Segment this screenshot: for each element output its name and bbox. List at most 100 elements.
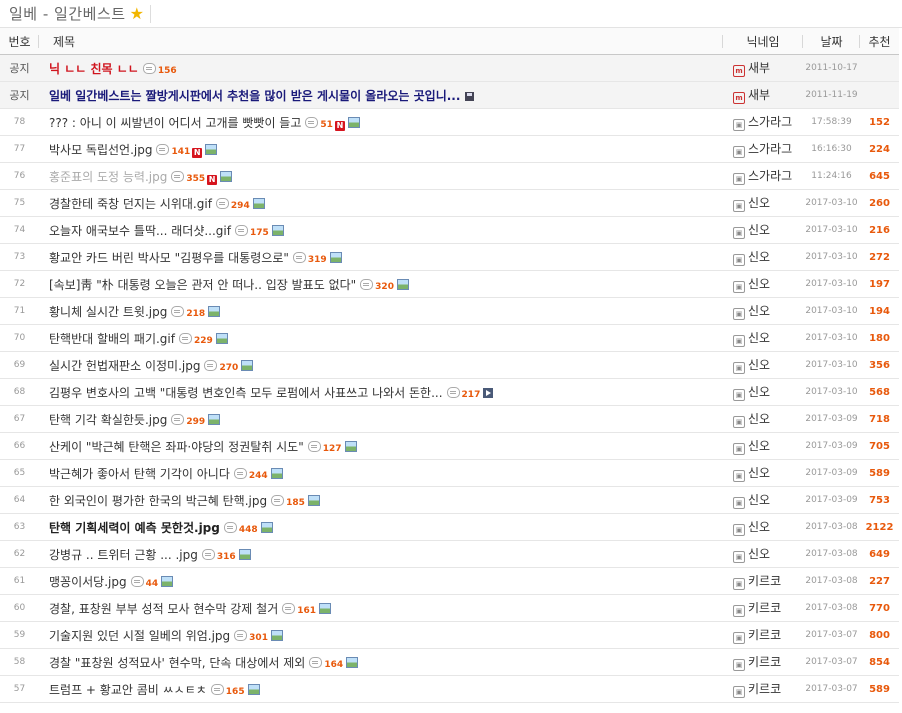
table-row[interactable]: 73 황교안 카드 버린 박사모 "김평우를 대통령으로" 319 ▣ 신오 2017-0… xyxy=(0,243,899,271)
author-nickname[interactable]: 신오 xyxy=(748,223,770,237)
table-row[interactable]: 68 김평우 변호사의 고백 "대통령 변호인측 모두 로펌에서 사표쓰고 나와서… xyxy=(0,378,899,406)
comment-count[interactable]: 164 xyxy=(324,660,343,670)
board-title[interactable]: 일베 - 일간베스트 xyxy=(9,3,126,24)
table-row[interactable]: 58 경찰 "표창원 성적묘사' 현수막, 단속 대상에서 제외 164 ▣ 키르코 20… xyxy=(0,648,899,676)
author-nickname[interactable]: 신오 xyxy=(748,520,770,534)
author-nickname[interactable]: 신오 xyxy=(748,385,770,399)
author-nickname[interactable]: 신오 xyxy=(748,358,770,372)
author-nickname[interactable]: 신오 xyxy=(748,547,770,561)
table-row[interactable]: 60 경찰, 표창원 부부 성적 모사 현수막 강제 철거 161 ▣ 키르코 2017-… xyxy=(0,594,899,622)
comment-count[interactable]: 270 xyxy=(219,363,238,373)
table-row[interactable]: 78 ??? : 아니 이 씨발년이 어디서 고개를 빳빳이 들고 51 N ▣ 스가라그… xyxy=(0,108,899,136)
post-title-link[interactable]: 탄핵반대 할배의 패기.gif xyxy=(49,332,175,346)
comment-count[interactable]: 161 xyxy=(297,606,316,616)
comment-count[interactable]: 301 xyxy=(249,633,268,643)
author-nickname[interactable]: 신오 xyxy=(748,250,770,264)
post-title-link[interactable]: 탄핵 기각 확실한듯.jpg xyxy=(49,413,167,427)
post-title-link[interactable]: 경찰 "표창원 성적묘사' 현수막, 단속 대상에서 제외 xyxy=(49,656,305,670)
post-title-link[interactable]: 실시간 헌법재판소 이정미.jpg xyxy=(49,359,200,373)
post-title-link[interactable]: 오늘자 애국보수 틀딱... 래더샷...gif xyxy=(49,224,231,238)
post-title-link[interactable]: 경찰한테 죽창 던지는 시위대.gif xyxy=(49,197,212,211)
comment-count[interactable]: 299 xyxy=(186,417,205,427)
post-title-link[interactable]: 일베 일간베스트는 짤방게시판에서 추천을 많이 받은 게시물이 올라오는 곳입… xyxy=(49,89,460,103)
comment-count[interactable]: 320 xyxy=(375,282,394,292)
author-nickname[interactable]: 스가라그 xyxy=(748,115,792,129)
post-title-link[interactable]: 경찰, 표창원 부부 성적 모사 현수막 강제 철거 xyxy=(49,602,278,616)
comment-count[interactable]: 44 xyxy=(146,579,159,589)
table-row[interactable]: 59 기술지원 있던 시절 일베의 위엄.jpg 301 ▣ 키르코 2017-03-07… xyxy=(0,621,899,649)
comment-count[interactable]: 175 xyxy=(250,228,269,238)
author-nickname[interactable]: 신오 xyxy=(748,466,770,480)
table-row[interactable]: 70 탄핵반대 할배의 패기.gif 229 ▣ 신오 2017-03-10 180 xyxy=(0,324,899,352)
author-nickname[interactable]: 키르코 xyxy=(748,655,781,669)
post-title-link[interactable]: 홍준표의 도정 능력.jpg xyxy=(49,170,167,184)
table-row[interactable]: 공지 닉 ㄴㄴ 친목 ㄴㄴ 156 m 새부 2011-10-17 xyxy=(0,54,899,82)
post-title-link[interactable]: 산케이 "박근혜 탄핵은 좌파·야당의 정권탈취 시도" xyxy=(49,440,304,454)
author-nickname[interactable]: 신오 xyxy=(748,196,770,210)
comment-count[interactable]: 156 xyxy=(158,66,177,76)
author-nickname[interactable]: 스가라그 xyxy=(748,142,792,156)
post-title-link[interactable]: ??? : 아니 이 씨발년이 어디서 고개를 빳빳이 들고 xyxy=(49,116,301,130)
post-number: 75 xyxy=(0,189,39,217)
image-icon xyxy=(161,575,174,587)
table-row[interactable]: 64 한 외국인이 평가한 한국의 박근혜 탄핵.jpg 185 ▣ 신오 2017-03… xyxy=(0,486,899,514)
comment-count[interactable]: 244 xyxy=(249,471,268,481)
post-title-link[interactable]: 박근혜가 좋아서 탄핵 기각이 아니다 xyxy=(49,467,230,481)
author-nickname[interactable]: 키르코 xyxy=(748,682,781,696)
comment-count[interactable]: 294 xyxy=(231,201,250,211)
comment-count[interactable]: 448 xyxy=(239,525,258,535)
post-title-link[interactable]: 닉 ㄴㄴ 친목 ㄴㄴ xyxy=(49,62,139,76)
comment-count[interactable]: 51 xyxy=(320,120,333,130)
comment-count[interactable]: 217 xyxy=(462,390,481,400)
post-title-link[interactable]: 기술지원 있던 시절 일베의 위엄.jpg xyxy=(49,629,230,643)
author-nickname[interactable]: 키르코 xyxy=(748,628,781,642)
post-title-link[interactable]: 강병규 .. 트위터 근황 ... .jpg xyxy=(49,548,198,562)
author-nickname[interactable]: 신오 xyxy=(748,412,770,426)
table-row[interactable]: 66 산케이 "박근혜 탄핵은 좌파·야당의 정권탈취 시도" 127 ▣ 신오 2017… xyxy=(0,432,899,460)
recommend-count: 589 xyxy=(860,675,899,703)
comment-count[interactable]: 355 xyxy=(186,174,205,184)
comment-count[interactable]: 141 xyxy=(171,147,190,157)
post-title-link[interactable]: 트럼프 + 황교안 콤비 ㅆㅅㅌㅊ xyxy=(49,683,207,697)
comment-count[interactable]: 127 xyxy=(323,444,342,454)
comment-count[interactable]: 218 xyxy=(186,309,205,319)
author-nickname[interactable]: 신오 xyxy=(748,304,770,318)
table-row[interactable]: 57 트럼프 + 황교안 콤비 ㅆㅅㅌㅊ 165 ▣ 키르코 2017-03-07 589 xyxy=(0,675,899,703)
author-nickname[interactable]: 스가라그 xyxy=(748,169,792,183)
post-title-link[interactable]: 김평우 변호사의 고백 "대통령 변호인측 모두 로펌에서 사표쓰고 나와서 돈… xyxy=(49,386,443,400)
table-row[interactable]: 77 박사모 독립선언.jpg 141 N ▣ 스가라그 16:16:30 224 xyxy=(0,135,899,163)
table-row[interactable]: 74 오늘자 애국보수 틀딱... 래더샷...gif 175 ▣ 신오 2017-03-… xyxy=(0,216,899,244)
table-row[interactable]: 61 맹꽁이서당.jpg 44 ▣ 키르코 2017-03-08 227 xyxy=(0,567,899,595)
post-title-link[interactable]: 박사모 독립선언.jpg xyxy=(49,143,152,157)
post-title-link[interactable]: 한 외국인이 평가한 한국의 박근혜 탄핵.jpg xyxy=(49,494,267,508)
post-title-link[interactable]: 황니체 실시간 트윗.jpg xyxy=(49,305,167,319)
author-nickname[interactable]: 신오 xyxy=(748,277,770,291)
comment-count[interactable]: 165 xyxy=(226,687,245,697)
author-nickname[interactable]: 신오 xyxy=(748,439,770,453)
comment-count[interactable]: 185 xyxy=(286,498,305,508)
post-title-link[interactable]: 황교안 카드 버린 박사모 "김평우를 대통령으로" xyxy=(49,251,289,265)
comment-count[interactable]: 319 xyxy=(308,255,327,265)
table-row[interactable]: 71 황니체 실시간 트윗.jpg 218 ▣ 신오 2017-03-10 194 xyxy=(0,297,899,325)
author-nickname[interactable]: 새부 xyxy=(748,61,770,75)
table-row[interactable]: 69 실시간 헌법재판소 이정미.jpg 270 ▣ 신오 2017-03-10 356 xyxy=(0,351,899,379)
table-row[interactable]: 67 탄핵 기각 확실한듯.jpg 299 ▣ 신오 2017-03-09 718 xyxy=(0,405,899,433)
author-nickname[interactable]: 키르코 xyxy=(748,574,781,588)
table-row[interactable]: 75 경찰한테 죽창 던지는 시위대.gif 294 ▣ 신오 2017-03-10 260 xyxy=(0,189,899,217)
table-row[interactable]: 76 홍준표의 도정 능력.jpg 355 N ▣ 스가라그 11:24:16 645 xyxy=(0,162,899,190)
table-row[interactable]: 63 탄핵 기획세력이 예측 못한것.jpg 448 ▣ 신오 2017-03-08 212… xyxy=(0,513,899,541)
post-title-link[interactable]: 맹꽁이서당.jpg xyxy=(49,575,127,589)
author-nickname[interactable]: 신오 xyxy=(748,493,770,507)
table-row[interactable]: 72 [속보]靑 "朴 대통령 오늘은 관저 안 떠나.. 입장 발표도 없다" 3… xyxy=(0,270,899,298)
post-date: 2017-03-10 xyxy=(803,243,860,271)
author-nickname[interactable]: 키르코 xyxy=(748,601,781,615)
table-row[interactable]: 62 강병규 .. 트위터 근황 ... .jpg 316 ▣ 신오 2017-03-08… xyxy=(0,540,899,568)
post-title-link[interactable]: 탄핵 기획세력이 예측 못한것.jpg xyxy=(49,521,220,535)
comment-count[interactable]: 316 xyxy=(217,552,236,562)
author-nickname[interactable]: 새부 xyxy=(748,88,770,102)
author-nickname[interactable]: 신오 xyxy=(748,331,770,345)
table-row[interactable]: 65 박근혜가 좋아서 탄핵 기각이 아니다 244 ▣ 신오 2017-03-09 589 xyxy=(0,459,899,487)
post-title-link[interactable]: [속보]靑 "朴 대통령 오늘은 관저 안 떠나.. 입장 발표도 없다" xyxy=(49,278,356,292)
comment-count[interactable]: 229 xyxy=(194,336,213,346)
table-row[interactable]: 공지 일베 일간베스트는 짤방게시판에서 추천을 많이 받은 게시물이 올라오는 … xyxy=(0,81,899,109)
